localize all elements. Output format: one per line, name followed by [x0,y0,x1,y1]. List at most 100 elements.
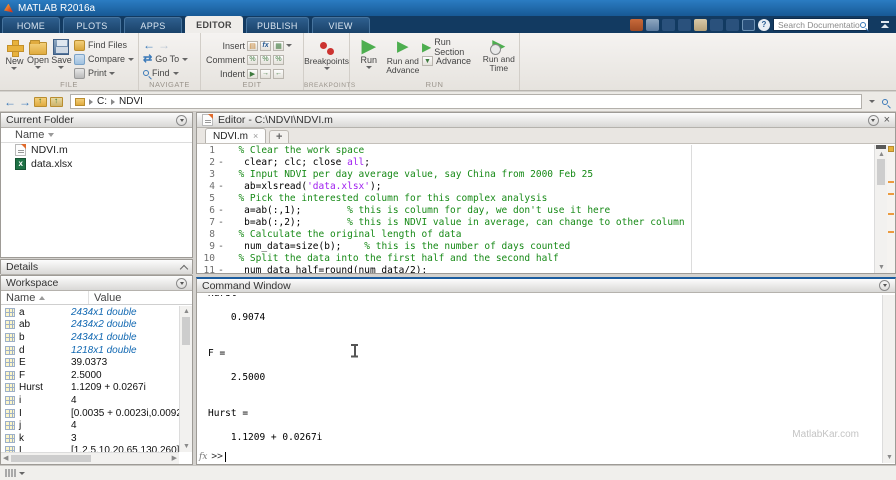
wrap-comment-icon[interactable]: % [273,54,284,65]
command-window-scrollbar[interactable]: ▼ [882,295,895,463]
code-line-6[interactable]: 6- a=ab(:,1); % this is column for day, … [197,205,874,217]
insert-section-icon[interactable]: ▤ [247,40,258,51]
file-NDVI.m[interactable]: NDVI.m [1,143,192,157]
browse-folder-icon[interactable] [50,96,63,107]
workspace-vertical-scrollbar[interactable]: ▲ ▼ [179,306,192,452]
shortcut-icon[interactable] [630,18,643,31]
folder-up-icon[interactable] [34,96,47,107]
save-icon[interactable] [646,18,659,31]
workspace-variable-i[interactable]: i4 [1,394,179,407]
workspace-value-column[interactable]: Value [89,292,121,304]
ribbon-tab-view[interactable]: VIEW [311,17,370,33]
code-line-3[interactable]: 3 % Input NDVI per day average value, sa… [197,169,874,181]
workspace-variable-j[interactable]: j4 [1,419,179,432]
workspace-horizontal-scrollbar[interactable]: ◀ ▶ [1,452,179,464]
workspace-variable-d[interactable]: d 1218x1 double [1,344,179,357]
code-line-5[interactable]: 5 % Pick the interested column for this … [197,193,874,205]
breadcrumb-folder[interactable]: NDVI [119,96,143,107]
comment-icon[interactable]: % [247,54,258,65]
uncomment-icon[interactable]: % [260,54,271,65]
workspace-name-column[interactable]: Name [1,291,89,304]
advance-button[interactable]: ▼ Advance [422,55,481,67]
file-data.xlsx[interactable]: data.xlsx [1,157,192,171]
code-line-9[interactable]: 9- num_data=size(b); % this is the numbe… [197,241,874,253]
code-line-10[interactable]: 10 % Split the data into the first half … [197,253,874,265]
command-prompt[interactable]: fx >> [197,450,226,463]
open-button[interactable]: Open [27,35,49,80]
save-button[interactable]: Save [51,35,72,80]
workspace-variable-E[interactable]: E 39.0373 [1,356,179,369]
compare-button[interactable]: Compare [73,53,134,65]
editor-scrollbar[interactable]: ▲ ▼ [874,145,887,273]
status-dropdown-icon[interactable] [18,471,25,475]
run-section-button[interactable]: ▶ Run Section [422,37,481,57]
smart-indent-icon[interactable]: ▶ [247,68,258,79]
workspace-variable-F[interactable]: F 2.5000 [1,369,179,382]
insert-fx-icon[interactable]: fx [260,40,271,51]
code-line-2[interactable]: 2- clear; clc; close all; [197,157,874,169]
goto-button[interactable]: ⇄ Go To [143,53,189,65]
code-area[interactable]: 1 % Clear the work space 2- clear; clc; c… [197,145,874,273]
workspace-header[interactable]: Workspace [1,276,192,291]
workspace-variable-L[interactable]: L [1,2,5,10,20,65,130,260] [1,445,179,452]
print-button[interactable]: Print [73,67,134,79]
warning-tick[interactable] [888,213,894,215]
workspace-variable-I[interactable]: I [0.0035 + 0.0023i,0.0092 + [1,407,179,420]
workspace-variable-ab[interactable]: ab 2434x2 double [1,319,179,332]
switch-window-icon[interactable] [742,18,755,31]
find-files-button[interactable]: Find Files [73,39,134,51]
status-grip-icon[interactable] [5,469,16,477]
editor-message-bar[interactable] [887,145,895,273]
new-button[interactable]: New [4,35,25,80]
code-line-8[interactable]: 8 % Calculate the original length of dat… [197,229,874,241]
warning-indicator-icon[interactable] [888,146,894,152]
new-tab-button[interactable]: + [269,130,290,143]
tab-close-icon[interactable]: × [253,131,258,141]
workspace-menu-icon[interactable] [176,277,187,289]
nav-forward-icon[interactable]: → [19,95,31,109]
warning-tick[interactable] [888,193,894,195]
ribbon-tab-plots[interactable]: PLOTS [63,17,121,33]
ribbon-tab-apps[interactable]: APPS [124,17,182,33]
ribbon-tab-publish[interactable]: PUBLISH [246,17,309,33]
back-icon[interactable]: ← [143,39,155,51]
warning-tick[interactable] [888,231,894,233]
command-window-menu-icon[interactable] [879,280,890,291]
help-icon[interactable]: ? [758,18,770,31]
find-button[interactable]: Find [143,67,188,79]
current-folder-menu-icon[interactable] [176,114,187,126]
workspace-variable-a[interactable]: a 2434x1 double [1,306,179,319]
addressbar-search-icon[interactable] [882,98,888,105]
run-button[interactable]: ▶ Run [354,35,384,80]
command-window-header[interactable]: Command Window [197,279,895,293]
workspace-variable-Hurst[interactable]: Hurst 1.1209 + 0.0267i [1,382,179,395]
workspace-variable-k[interactable]: k3 [1,432,179,445]
ribbon-tab-editor[interactable]: EDITOR [185,16,243,33]
breakpoints-button[interactable]: Breakpoints [304,35,349,80]
code-line-7[interactable]: 7- b=ab(:,2); % this is NDVI value in av… [197,217,874,229]
minimize-ribbon-button[interactable] [878,19,892,31]
search-icon[interactable] [860,21,866,28]
indent-left-icon[interactable]: ← [273,68,284,79]
nav-back-icon[interactable]: ← [4,95,16,109]
editor-close-icon[interactable]: × [884,115,890,126]
ribbon-tab-home[interactable]: HOME [2,17,60,33]
paste-icon[interactable] [694,18,707,31]
tab-ndvi-m[interactable]: NDVI.m × [205,128,267,143]
code-line-11[interactable]: 11- num_data_half=round(num_data/2); [197,265,874,273]
breadcrumb-drive[interactable]: C: [97,96,107,107]
breadcrumb[interactable]: C: NDVI [70,94,862,109]
workspace-variable-b[interactable]: b 2434x1 double [1,331,179,344]
addressbar-dropdown-icon[interactable] [869,100,875,103]
command-window-output[interactable]: Hurst = 0.9074F = 2.5000Hurst = 1.1209 +… [197,295,882,450]
editor-header[interactable]: Editor - C:\NDVI\NDVI.m × [197,113,895,128]
warning-tick[interactable] [888,181,894,183]
details-header[interactable]: Details [1,260,192,275]
current-folder-name-column[interactable]: Name [1,128,192,143]
search-documentation-input[interactable]: Search Documentation [773,18,869,31]
indent-right-icon[interactable]: → [260,68,271,79]
code-line-1[interactable]: 1 % Clear the work space [197,145,874,157]
run-and-advance-button[interactable]: ▶ Run and Advance [386,35,420,80]
code-line-4[interactable]: 4- ab=xlsread('data.xlsx'); [197,181,874,193]
editor-menu-icon[interactable] [867,114,879,126]
